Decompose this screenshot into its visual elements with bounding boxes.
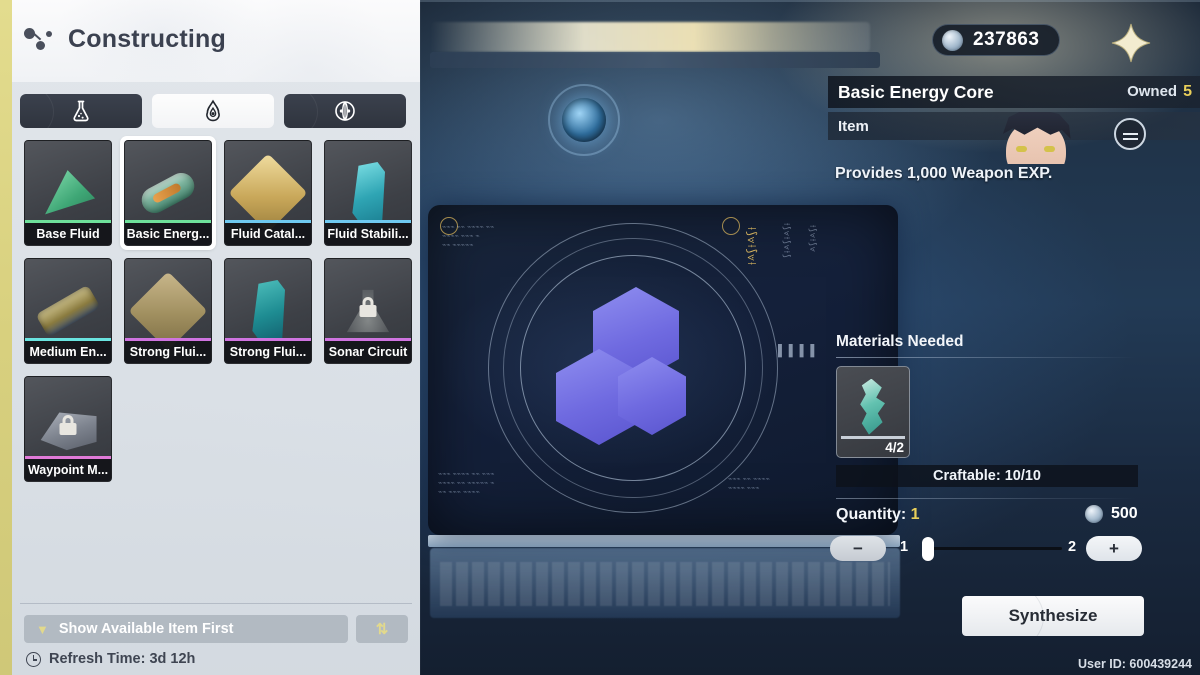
decorative-marks: ▌▌▌▌ xyxy=(778,345,822,357)
teal-crystal-icon xyxy=(860,378,885,435)
slider-min-label: 1 xyxy=(900,539,909,555)
seal-icon xyxy=(722,217,740,235)
item-description: Provides 1,000 Weapon EXP. xyxy=(835,165,1053,182)
left-accent-stripe xyxy=(0,0,12,675)
item-cell[interactable]: Strong Flui... xyxy=(122,256,214,366)
page-title: Constructing xyxy=(68,24,226,53)
sort-order-button[interactable]: ⇅ xyxy=(356,615,408,643)
item-art xyxy=(137,168,199,218)
item-cell[interactable]: Strong Flui... xyxy=(222,256,314,366)
item-cell[interactable]: Sonar Circuit xyxy=(322,256,414,366)
switch-character-icon[interactable] xyxy=(1114,118,1146,150)
item-cell[interactable]: Base Fluid xyxy=(22,138,114,248)
item-label: Waypoint M... xyxy=(25,459,111,481)
silver-coin-icon xyxy=(942,29,963,51)
currency-display: 237863 xyxy=(932,24,1060,56)
sort-filter-dropdown[interactable]: ▼ Show Available Item First xyxy=(24,615,348,643)
item-cell-selected[interactable]: Basic Energ... xyxy=(122,138,214,248)
sort-filter-label: Show Available Item First xyxy=(58,621,234,637)
material-slot[interactable]: 4/2 xyxy=(836,366,910,458)
item-label: Fluid Stabili... xyxy=(325,223,411,245)
quantity-text: Quantity: xyxy=(836,506,907,523)
item-label: Strong Flui... xyxy=(125,341,211,363)
tab-fluid[interactable] xyxy=(152,94,274,128)
quantity-decrease-button[interactable]: − xyxy=(830,536,886,561)
item-grid: Base Fluid Basic Energ... Fluid Catal...… xyxy=(12,128,420,484)
quantity-increase-button[interactable]: + xyxy=(1086,536,1142,561)
item-detail-header: Basic Energy Core Owned 5 xyxy=(828,76,1200,108)
user-id-label: User ID: 600439244 xyxy=(1078,657,1192,671)
item-label: Strong Flui... xyxy=(225,341,311,363)
item-type-label: Item xyxy=(838,117,869,135)
item-hexagon-emblem xyxy=(556,287,716,453)
four-point-star-close-icon[interactable] xyxy=(1110,22,1152,64)
silver-coin-icon xyxy=(1085,505,1103,523)
left-panel-footer: ▼ Show Available Item First ⇅ Refresh Ti… xyxy=(12,603,420,675)
machine-lens xyxy=(562,98,606,142)
item-label: Fluid Catal... xyxy=(225,223,311,245)
lock-icon xyxy=(359,296,377,317)
molecule-icon xyxy=(24,24,54,54)
synthesize-button[interactable]: Synthesize xyxy=(962,596,1144,636)
quantity-stepper: − 1 2 + xyxy=(830,536,1142,562)
panel-header: Constructing xyxy=(12,0,420,82)
item-cell[interactable]: Waypoint M... xyxy=(22,374,114,484)
item-label: Basic Energ... xyxy=(125,223,211,245)
divider xyxy=(836,357,1136,358)
item-label: Medium En... xyxy=(25,341,111,363)
cost-value: 500 xyxy=(1111,505,1138,522)
avatar-eye xyxy=(1016,146,1027,152)
item-art xyxy=(252,280,285,342)
refresh-time-label: Refresh Time: 3d 12h xyxy=(49,651,196,667)
tab-flask[interactable] xyxy=(20,94,142,128)
tab-device[interactable] xyxy=(284,94,406,128)
divider xyxy=(20,603,412,604)
machine-rail xyxy=(430,52,880,68)
item-label: Base Fluid xyxy=(25,223,111,245)
item-preview-display: ⌁⌁⌁ ⌁⌁ ⌁⌁⌁⌁ ⌁⌁ ⌁⌁⌁⌁ ⌁⌁⌁ ⌁ ⌁⌁ ⌁⌁⌁⌁⌁ ⌁⌁⌁ ⌁⌁⌁… xyxy=(428,205,898,535)
circular-emblem-icon xyxy=(335,101,355,121)
refresh-time: Refresh Time: 3d 12h xyxy=(12,643,420,667)
quantity-label: Quantity: 1 xyxy=(836,506,920,524)
avatar-eye xyxy=(1044,146,1055,152)
quantity-value: 1 xyxy=(910,506,920,523)
quantity-slider-handle[interactable] xyxy=(922,537,934,561)
item-title: Basic Energy Core xyxy=(838,81,994,102)
machine-light-strip xyxy=(430,22,870,52)
currency-amount: 237863 xyxy=(973,29,1040,50)
chevron-down-icon: ▼ xyxy=(36,621,49,637)
materials-heading: Materials Needed xyxy=(836,333,964,350)
item-art xyxy=(352,162,385,224)
decorative-glyphs: ⟊⟆⟇⟊⟆⟇ xyxy=(807,225,817,253)
item-cell[interactable]: Fluid Catal... xyxy=(222,138,314,248)
total-cost: 500 xyxy=(1085,505,1138,523)
lock-icon xyxy=(59,414,77,435)
owned-value: 5 xyxy=(1183,83,1192,100)
constructing-screen: ⌁⌁⌁ ⌁⌁ ⌁⌁⌁⌁ ⌁⌁ ⌁⌁⌁⌁ ⌁⌁⌁ ⌁ ⌁⌁ ⌁⌁⌁⌁⌁ ⌁⌁⌁ ⌁⌁⌁… xyxy=(0,0,1200,675)
clock-icon xyxy=(26,651,41,667)
flask-icon xyxy=(73,100,89,122)
decorative-glyphs: ⟊⟆⟇⟊⟆⟇⟊⟆ xyxy=(781,223,791,259)
category-tabs xyxy=(12,82,420,128)
left-panel: Constructing Base Fluid Basic Energ... F… xyxy=(12,0,420,675)
owned-count: Owned 5 xyxy=(1127,83,1192,101)
item-art xyxy=(37,165,98,221)
quantity-slider-track[interactable] xyxy=(926,547,1062,550)
item-label: Sonar Circuit xyxy=(325,341,411,363)
item-cell[interactable]: Fluid Stabili... xyxy=(322,138,414,248)
decorative-text: ⌁⌁⌁ ⌁⌁ ⌁⌁⌁⌁ ⌁⌁⌁⌁ ⌁⌁⌁ xyxy=(728,476,770,492)
slider-max-label: 2 xyxy=(1068,539,1077,555)
item-cell[interactable]: Medium En... xyxy=(22,256,114,366)
item-art xyxy=(35,284,101,338)
flame-droplet-icon xyxy=(206,99,220,122)
craftable-status: Craftable: 10/10 xyxy=(836,465,1138,487)
owned-label: Owned xyxy=(1127,83,1178,100)
material-count: 4/2 xyxy=(885,440,904,455)
divider xyxy=(836,498,1136,499)
avatar xyxy=(1000,112,1072,164)
